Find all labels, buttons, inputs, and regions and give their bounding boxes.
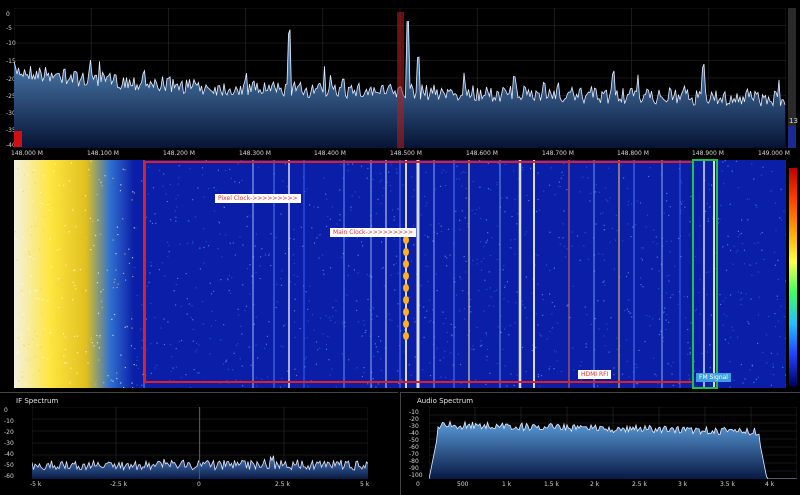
freq-tick: 148.100 M bbox=[87, 150, 119, 157]
freq-tick: 148.700 M bbox=[542, 150, 574, 157]
audio-y-tick: -100 bbox=[409, 472, 423, 479]
freq-tick: 148.400 M bbox=[314, 150, 346, 157]
audio-x-tick: 4 k bbox=[765, 481, 774, 488]
if-spectrum-title: IF Spectrum bbox=[16, 397, 58, 405]
if-x-tick: -5 k bbox=[30, 481, 41, 488]
audio-x-tick: 0 bbox=[416, 481, 420, 488]
audio-y-tick: -30 bbox=[409, 423, 419, 430]
audio-x-tick: 2.5 k bbox=[632, 481, 647, 488]
main-y-tick: 0 bbox=[6, 11, 10, 18]
freq-tick: 149.000 M bbox=[758, 150, 790, 157]
audio-y-tick: -90 bbox=[409, 465, 419, 472]
audio-y-tick: -40 bbox=[409, 430, 419, 437]
freq-tick: 148.900 M bbox=[692, 150, 724, 157]
audio-y-tick: -60 bbox=[409, 444, 419, 451]
if-spectrum-plot[interactable] bbox=[32, 407, 368, 479]
if-y-tick: -10 bbox=[4, 418, 14, 425]
freq-tick: 148.800 M bbox=[617, 150, 649, 157]
main-spectrum-panel[interactable]: 0 -5 -10 -15 -20 -25 -30 -35 -40 13 148.… bbox=[0, 0, 800, 160]
audio-y-tick: -80 bbox=[409, 458, 419, 465]
waterfall-panel[interactable]: Pixel Clock->>>>>>>>> Main Clock->>>>>>>… bbox=[0, 160, 800, 390]
if-x-tick: -2.5 k bbox=[110, 481, 127, 488]
if-y-tick: -40 bbox=[4, 451, 14, 458]
fft-range-value: 13 bbox=[789, 118, 798, 125]
if-spectrum-panel[interactable]: IF Spectrum 0 -10 -20 -30 -40 -50 -60 -5… bbox=[0, 392, 398, 495]
audio-y-tick: -70 bbox=[409, 451, 419, 458]
audio-y-tick: -50 bbox=[409, 437, 419, 444]
fm-signal-region-box bbox=[692, 159, 718, 389]
freq-tick: 148.300 M bbox=[239, 150, 271, 157]
audio-spectrum-plot[interactable] bbox=[429, 407, 797, 479]
audio-x-tick: 1.5 k bbox=[544, 481, 559, 488]
if-x-tick: 0 bbox=[197, 481, 201, 488]
waterfall-color-scale bbox=[789, 168, 797, 386]
if-x-tick: 5 k bbox=[360, 481, 369, 488]
freq-tick: 148.600 M bbox=[466, 150, 498, 157]
if-y-tick: -20 bbox=[4, 429, 14, 436]
pixel-clock-annotation: Pixel Clock->>>>>>>>> bbox=[215, 194, 301, 203]
freq-tick: 148.200 M bbox=[163, 150, 195, 157]
main-clock-annotation: Main Clock->>>>>>>>> bbox=[330, 228, 416, 237]
audio-y-tick: -20 bbox=[409, 416, 419, 423]
fft-range-scrollbar[interactable] bbox=[788, 8, 796, 148]
if-y-tick: -30 bbox=[4, 440, 14, 447]
audio-x-tick: 3 k bbox=[678, 481, 687, 488]
audio-spectrum-title: Audio Spectrum bbox=[417, 397, 473, 405]
if-y-tick: 0 bbox=[4, 407, 8, 414]
center-frequency-marker[interactable] bbox=[397, 12, 404, 148]
fft-range-handle[interactable] bbox=[788, 126, 796, 148]
squelch-level-indicator[interactable] bbox=[14, 131, 22, 147]
freq-tick: 148.000 M bbox=[11, 150, 43, 157]
audio-x-tick: 1 k bbox=[502, 481, 511, 488]
if-x-tick: 2.5 k bbox=[275, 481, 290, 488]
audio-spectrum-panel[interactable]: Audio Spectrum -10 -20 -30 -40 -50 -60 -… bbox=[400, 392, 800, 495]
if-center-marker bbox=[199, 407, 200, 479]
hdmi-rfi-annotation: HDMI RFI bbox=[578, 370, 611, 379]
audio-x-tick: 3.5 k bbox=[720, 481, 735, 488]
main-y-tick: -5 bbox=[6, 25, 12, 32]
fm-signal-annotation: FM Signal bbox=[696, 373, 731, 382]
audio-y-tick: -10 bbox=[409, 409, 419, 416]
if-y-tick: -50 bbox=[4, 462, 14, 469]
freq-tick: 148.500 M bbox=[390, 150, 422, 157]
if-y-tick: -60 bbox=[4, 473, 14, 480]
audio-x-tick: 500 bbox=[457, 481, 468, 488]
audio-x-tick: 2 k bbox=[590, 481, 599, 488]
